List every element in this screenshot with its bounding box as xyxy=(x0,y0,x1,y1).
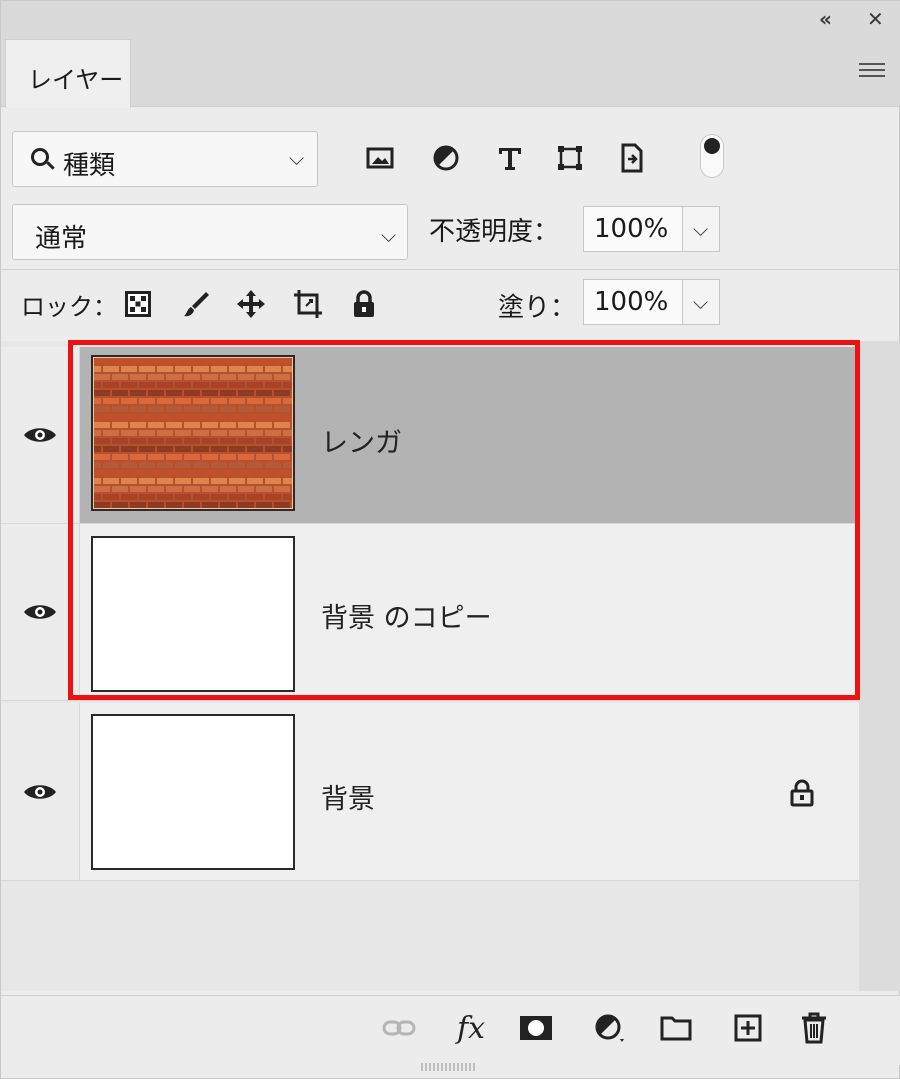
eye-icon xyxy=(24,784,56,799)
visibility-toggle[interactable] xyxy=(1,524,80,700)
chevron-down-icon: ⌵ xyxy=(289,146,305,170)
lock-label: ロック： xyxy=(21,293,117,321)
layer-thumbnail-white xyxy=(91,714,295,870)
divider xyxy=(1,269,900,270)
opacity-input[interactable]: 100% xyxy=(583,206,683,252)
fill-dropdown-button[interactable]: ⌵ xyxy=(682,279,720,325)
type-filter-icon[interactable] xyxy=(493,141,527,175)
layer-thumbnail-white xyxy=(91,536,295,692)
image-filter-icon[interactable] xyxy=(363,141,397,175)
fill-input[interactable]: 100% xyxy=(583,279,683,325)
layer-name: レンガ xyxy=(321,428,402,459)
lock-artboard-crop-icon[interactable] xyxy=(291,287,325,321)
fill-label: 塗り： xyxy=(498,293,577,323)
new-group-folder-icon[interactable] xyxy=(656,1008,696,1048)
layers-panel: « ✕ レイヤー 種類 ⌵ 通常 ⌵ 不透明度： 100% ⌵ ロック： 塗り：… xyxy=(0,0,900,1079)
layer-name: 背景 のコピー xyxy=(321,603,492,634)
adjustment-layer-icon[interactable] xyxy=(589,1008,629,1048)
chevron-down-icon: ⌵ xyxy=(693,290,709,314)
blend-mode-dropdown[interactable]: 通常 ⌵ xyxy=(12,204,408,260)
layer-row-brick[interactable]: レンガ xyxy=(1,347,859,524)
layer-row-background[interactable]: 背景 xyxy=(1,703,859,881)
lock-image-pixels-brush-icon[interactable] xyxy=(179,287,213,321)
layer-effects-fx-icon[interactable]: fx xyxy=(451,1008,491,1048)
toggle-knob xyxy=(704,138,720,154)
shape-filter-icon[interactable] xyxy=(553,141,587,175)
layer-row-background-copy[interactable]: 背景 のコピー xyxy=(1,524,859,701)
search-icon xyxy=(31,148,49,166)
link-layers-icon[interactable] xyxy=(379,1008,419,1048)
layer-thumbnail-brick xyxy=(85,355,308,511)
panel-titlebar: « ✕ xyxy=(1,1,900,39)
layer-name: 背景 xyxy=(321,784,375,815)
adjustment-filter-icon[interactable] xyxy=(429,141,463,175)
close-panel-button[interactable]: ✕ xyxy=(867,7,884,31)
smart-object-filter-icon[interactable] xyxy=(615,141,649,175)
tab-layers[interactable]: レイヤー xyxy=(5,39,131,108)
opacity-dropdown-button[interactable]: ⌵ xyxy=(682,206,720,252)
new-layer-icon[interactable] xyxy=(728,1008,768,1048)
collapse-panel-button[interactable]: « xyxy=(819,7,832,31)
chevron-down-icon: ⌵ xyxy=(381,223,397,247)
chevron-down-icon: ⌵ xyxy=(693,217,709,241)
lock-transparent-pixels-icon[interactable] xyxy=(121,287,155,321)
filter-kind-label: 種類 xyxy=(63,151,116,181)
layers-scrollbar[interactable] xyxy=(859,341,900,991)
panel-menu-icon[interactable] xyxy=(859,63,885,81)
layers-list: レンガ 背景 のコピー 背景 xyxy=(1,341,900,991)
lock-all-icon[interactable] xyxy=(347,287,381,321)
panel-resize-grip[interactable] xyxy=(421,1063,477,1071)
add-mask-icon[interactable] xyxy=(516,1008,556,1048)
lock-position-move-icon[interactable] xyxy=(234,287,268,321)
brick-pattern xyxy=(85,356,308,510)
blend-mode-label: 通常 xyxy=(35,224,88,254)
filter-kind-dropdown[interactable]: 種類 ⌵ xyxy=(12,131,318,187)
delete-layer-trash-icon[interactable] xyxy=(794,1008,834,1048)
opacity-label: 不透明度： xyxy=(429,217,560,247)
panel-tab-row: レイヤー xyxy=(1,39,900,108)
eye-icon xyxy=(24,605,56,619)
visibility-toggle[interactable] xyxy=(1,703,80,880)
filter-toggle-switch[interactable] xyxy=(700,134,724,178)
layer-lock-icon[interactable] xyxy=(790,779,814,811)
visibility-toggle[interactable] xyxy=(1,347,80,523)
eye-icon xyxy=(24,428,56,442)
